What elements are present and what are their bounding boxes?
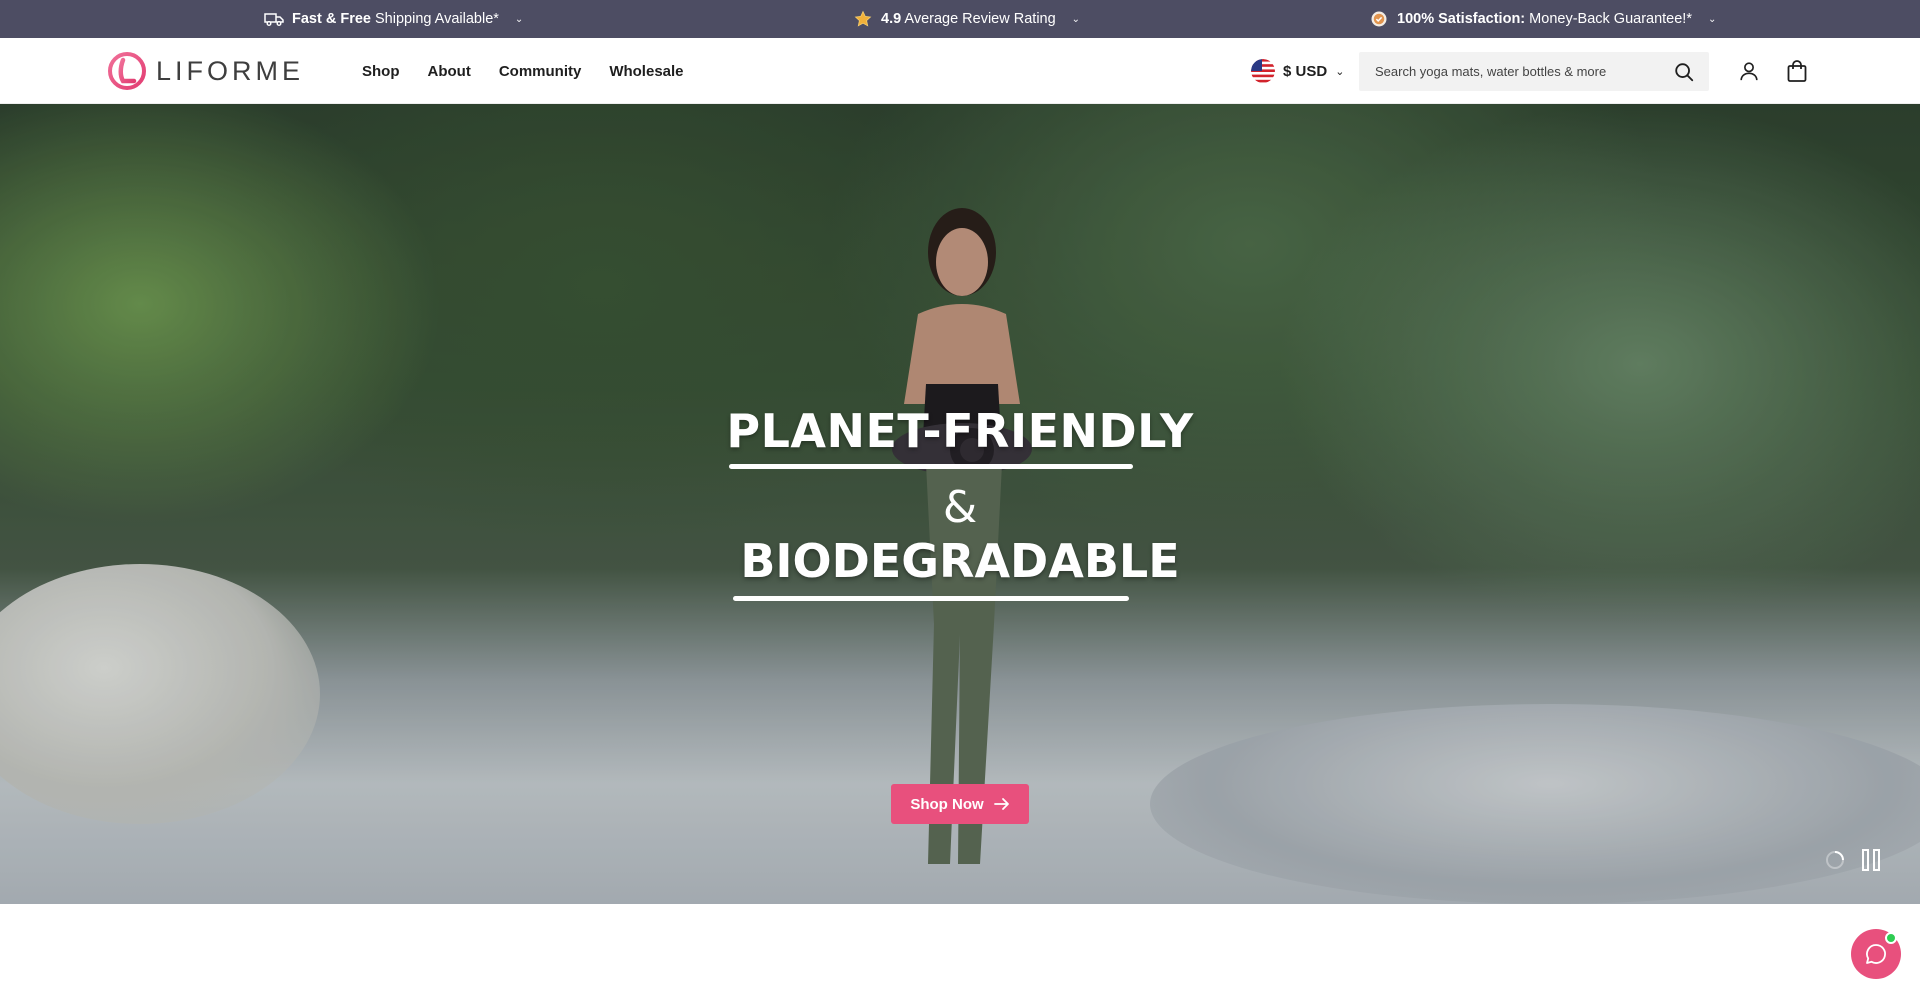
account-icon[interactable]	[1738, 60, 1760, 82]
shop-now-label: Shop Now	[910, 795, 984, 813]
search-input[interactable]	[1359, 52, 1649, 91]
search-bar	[1359, 52, 1709, 91]
truck-icon	[264, 9, 284, 29]
logo-text: LIFORME	[156, 55, 305, 86]
hero-ampersand: &	[942, 482, 978, 533]
chevron-down-icon: ⌄	[1071, 13, 1081, 25]
loading-icon	[1826, 851, 1844, 869]
headline-underline	[729, 464, 1133, 469]
hero-headline-line-1: PLANET-FRIENDLY	[726, 404, 1194, 458]
hero-banner: PLANET-FRIENDLY & BIODEGRADABLE Shop Now	[0, 104, 1920, 904]
chevron-down-icon: ⌄	[1707, 13, 1717, 25]
currency-selector[interactable]: $ USD ⌄	[1251, 57, 1344, 85]
announcement-rating[interactable]: 4.9 Average Review Rating ⌄	[853, 0, 1080, 38]
nav-wholesale[interactable]: Wholesale	[609, 63, 683, 80]
chevron-down-icon: ⌄	[514, 13, 524, 25]
announcement-text: Average Review Rating	[904, 11, 1056, 27]
main-nav: Shop About Community Wholesale	[362, 38, 684, 104]
nav-shop[interactable]: Shop	[362, 63, 400, 80]
announcement-shipping[interactable]: Fast & Free Shipping Available* ⌄	[264, 0, 523, 38]
site-header: LIFORME Shop About Community Wholesale $…	[0, 38, 1920, 104]
nav-about[interactable]: About	[428, 63, 471, 80]
us-flag-icon	[1251, 59, 1275, 83]
announcement-text: Money-Back Guarantee!*	[1529, 11, 1692, 27]
online-status-dot	[1885, 932, 1897, 944]
announcement-strong: 100% Satisfaction:	[1397, 11, 1526, 27]
star-icon	[853, 9, 873, 29]
shop-now-button[interactable]: Shop Now	[891, 784, 1029, 824]
site-logo[interactable]: LIFORME	[108, 50, 304, 92]
announcement-guarantee[interactable]: 100% Satisfaction: Money-Back Guarantee!…	[1369, 0, 1716, 38]
search-icon[interactable]	[1673, 61, 1695, 83]
badge-check-icon	[1369, 9, 1389, 29]
logo-mark-icon	[108, 52, 146, 90]
nav-community[interactable]: Community	[499, 63, 582, 80]
announcement-bar: Fast & Free Shipping Available* ⌄ 4.9 Av…	[0, 0, 1920, 38]
pause-icon[interactable]	[1861, 848, 1881, 872]
hero-headline-line-2: BIODEGRADABLE	[740, 534, 1180, 588]
announcement-strong: Fast & Free	[292, 11, 371, 27]
announcement-strong: 4.9	[881, 11, 902, 27]
headline-underline	[733, 596, 1129, 601]
announcement-text: Shipping Available*	[375, 11, 499, 27]
chevron-down-icon: ⌄	[1335, 65, 1345, 78]
arrow-right-icon	[993, 798, 1009, 810]
chat-icon	[1866, 944, 1886, 964]
shopping-bag-icon[interactable]	[1786, 59, 1808, 83]
currency-label: $ USD	[1283, 62, 1328, 80]
